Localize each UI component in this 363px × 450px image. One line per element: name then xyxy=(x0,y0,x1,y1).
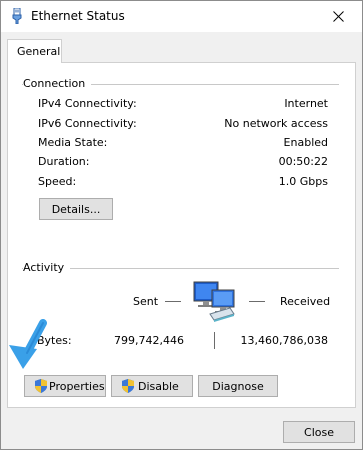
disable-button[interactable]: Disable xyxy=(111,375,193,397)
diagnose-button[interactable]: Diagnose xyxy=(198,375,278,397)
properties-button-label: Properties xyxy=(49,380,105,393)
bytes-received-value: 13,460,786,038 xyxy=(240,334,328,347)
media-state-value: Enabled xyxy=(283,136,328,149)
sent-label: Sent xyxy=(133,295,159,308)
received-label: Received xyxy=(280,295,331,308)
received-dash xyxy=(249,301,265,302)
window-title: Ethernet Status xyxy=(31,9,125,23)
uac-shield-icon xyxy=(122,379,134,393)
connection-heading: Connection xyxy=(23,77,92,90)
media-state-label: Media State: xyxy=(38,136,108,149)
duration-value: 00:50:22 xyxy=(278,155,328,168)
sent-dash xyxy=(165,301,181,302)
blue-arrow-annotation xyxy=(3,319,51,375)
general-panel: Connection IPv4 Connectivity: Internet I… xyxy=(7,62,356,408)
window-close-button[interactable] xyxy=(316,1,362,32)
ethernet-status-window: Ethernet Status General Connection IPv4 … xyxy=(0,0,363,450)
tab-general[interactable]: General xyxy=(7,39,62,63)
activity-heading: Activity xyxy=(23,261,71,274)
ipv4-value: Internet xyxy=(284,97,328,110)
ipv6-value: No network access xyxy=(224,117,328,130)
ipv6-label: IPv6 Connectivity: xyxy=(38,117,137,130)
ipv4-label: IPv4 Connectivity: xyxy=(38,97,137,110)
ethernet-plug-icon xyxy=(11,7,23,25)
bytes-separator xyxy=(214,332,215,349)
disable-button-label: Disable xyxy=(138,380,179,393)
details-button[interactable]: Details... xyxy=(39,198,113,220)
speed-label: Speed: xyxy=(38,175,77,188)
close-button-label: Close xyxy=(304,426,334,439)
title-bar[interactable]: Ethernet Status xyxy=(1,1,362,32)
close-button[interactable]: Close xyxy=(283,421,355,443)
details-button-label: Details... xyxy=(51,203,101,216)
close-icon xyxy=(333,11,344,22)
network-computers-icon xyxy=(190,278,240,328)
uac-shield-icon xyxy=(35,379,47,393)
tab-general-label: General xyxy=(17,45,61,58)
duration-label: Duration: xyxy=(38,155,90,168)
bytes-sent-value: 799,742,446 xyxy=(114,334,184,347)
properties-button[interactable]: Properties xyxy=(24,375,106,397)
speed-value: 1.0 Gbps xyxy=(278,175,328,188)
diagnose-button-label: Diagnose xyxy=(212,380,264,393)
